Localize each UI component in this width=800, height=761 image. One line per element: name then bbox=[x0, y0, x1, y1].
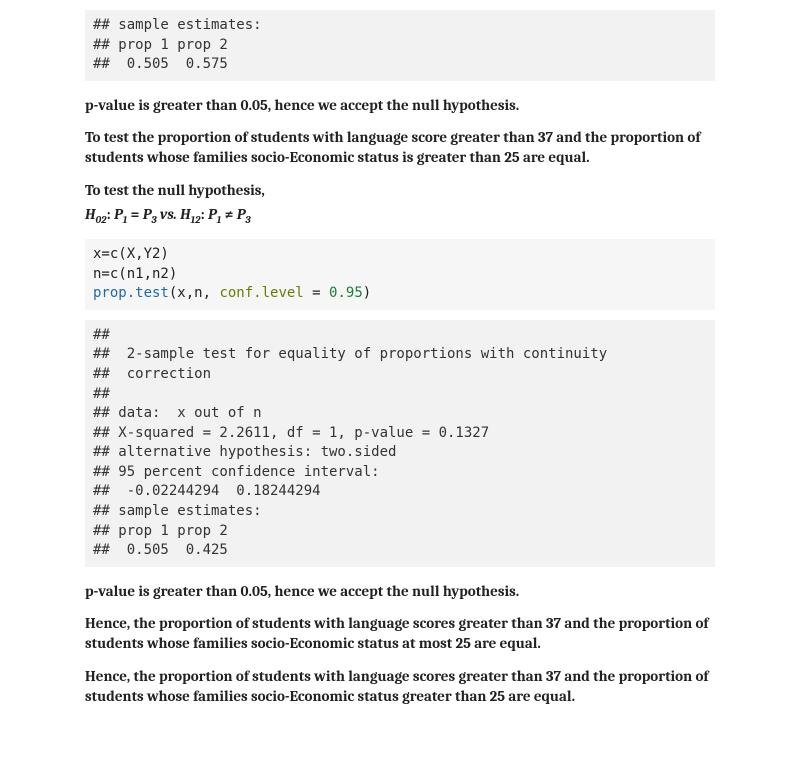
r-output-block-2: ## ## 2-sample test for equality of prop… bbox=[85, 320, 715, 567]
r-output-block-1: ## sample estimates: ## prop 1 prop 2 ##… bbox=[85, 10, 715, 81]
hypothesis-line: H02: P1 = P3 vs. H12: P1 ≠ P3 bbox=[85, 204, 715, 227]
output-line: ## 0.505 0.425 bbox=[93, 542, 228, 558]
output-line: ## prop 1 prop 2 bbox=[93, 37, 228, 53]
paragraph-conclusion-3: Hence, the proportion of students with l… bbox=[85, 613, 715, 654]
output-line: ## X-squared = 2.2611, df = 1, p-value =… bbox=[93, 425, 489, 441]
output-line: ## data: x out of n bbox=[93, 405, 262, 421]
output-line: ## alternative hypothesis: two.sided bbox=[93, 444, 396, 460]
output-line: ## sample estimates: bbox=[93, 503, 262, 519]
output-line: ## 0.505 0.575 bbox=[93, 56, 228, 72]
output-line: ## prop 1 prop 2 bbox=[93, 523, 228, 539]
output-line: ## 2-sample test for equality of proport… bbox=[93, 346, 607, 362]
paragraph-conclusion-1: p-value is greater than 0.05, hence we a… bbox=[85, 95, 715, 115]
output-line: ## -0.02244294 0.18244294 bbox=[93, 483, 321, 499]
output-line: ## bbox=[93, 327, 110, 343]
paragraph-conclusion-4: Hence, the proportion of students with l… bbox=[85, 666, 715, 707]
r-code-block: x=c(X,Y2) n=c(n1,n2) prop.test(x,n, conf… bbox=[85, 239, 715, 310]
paragraph-test-description: To test the proportion of students with … bbox=[85, 127, 715, 168]
paragraph-conclusion-2: p-value is greater than 0.05, hence we a… bbox=[85, 581, 715, 601]
output-line: ## bbox=[93, 386, 110, 402]
output-line: ## 95 percent confidence interval: bbox=[93, 464, 380, 480]
code-line: prop.test(x,n, conf.level = 0.95) bbox=[93, 285, 371, 301]
code-line: n=c(n1,n2) bbox=[93, 266, 177, 282]
paragraph-null-hyp-intro: To test the null hypothesis, bbox=[85, 180, 715, 200]
code-line: x=c(X,Y2) bbox=[93, 246, 169, 262]
output-line: ## sample estimates: bbox=[93, 17, 262, 33]
output-line: ## correction bbox=[93, 366, 211, 382]
